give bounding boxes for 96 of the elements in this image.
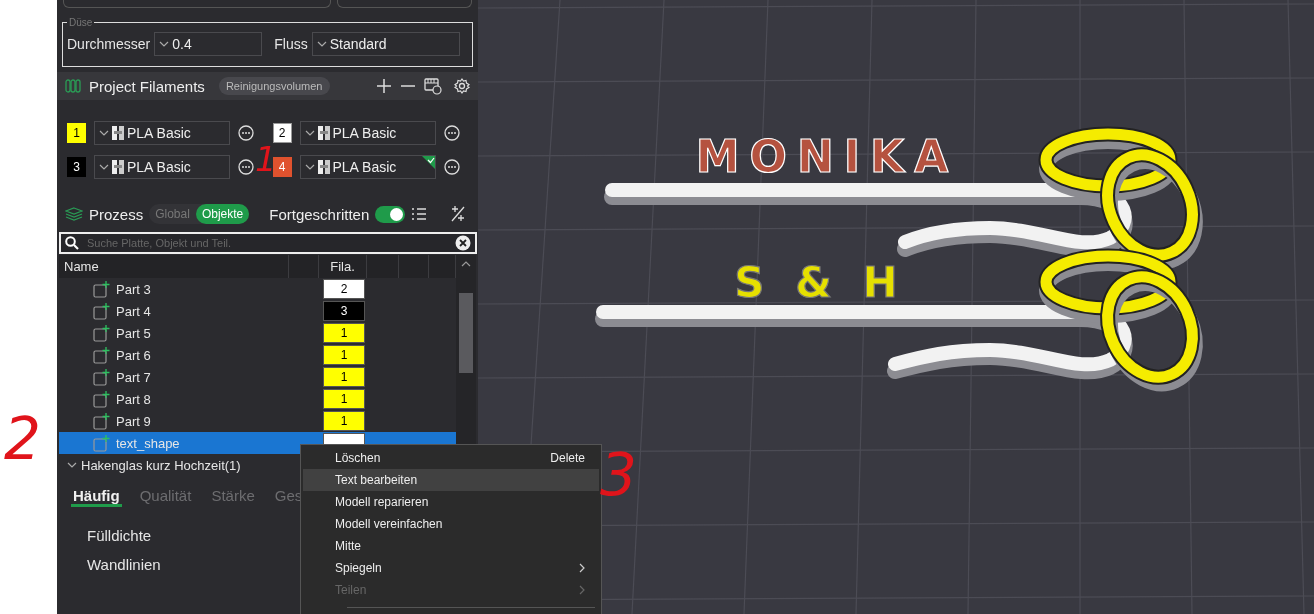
clear-icon[interactable]	[455, 235, 471, 251]
part-icon	[93, 412, 111, 430]
menu-item[interactable]: Modell reparieren	[303, 491, 599, 513]
filament-icon	[317, 160, 330, 174]
chevron-down-icon	[316, 40, 327, 48]
settings-icon[interactable]	[454, 78, 470, 94]
filament-dropdown[interactable]: PLA Basic	[299, 121, 436, 145]
scroll-up-icon[interactable]	[461, 261, 471, 267]
part-name[interactable]: Part 4	[116, 303, 151, 319]
section-title: Project Filaments	[89, 77, 205, 95]
part-name[interactable]: Part 8	[116, 391, 151, 407]
printer-sync-icon[interactable]	[424, 77, 442, 95]
list-row[interactable]: Part 9 1	[59, 410, 456, 432]
column-header[interactable]: Name	[59, 255, 289, 278]
chevron-down-icon	[99, 163, 109, 171]
part-icon	[93, 346, 111, 364]
scrollbar-thumb[interactable]	[459, 293, 473, 373]
chevron-down-icon	[304, 129, 315, 137]
filament-dropdown[interactable]: PLA Basic	[94, 121, 230, 145]
part-icon	[93, 368, 111, 386]
diameter-dropdown[interactable]: 0.4	[154, 32, 263, 56]
part-name[interactable]: text_shape	[116, 435, 180, 451]
annotation-number: 2	[4, 410, 41, 468]
filament-spools-icon	[65, 78, 81, 94]
filament-cell[interactable]: 1	[323, 345, 365, 365]
chevron-down-icon[interactable]	[67, 461, 77, 469]
dropdown-field[interactable]	[63, 0, 331, 8]
more-options-icon[interactable]	[238, 125, 254, 141]
advanced-toggle[interactable]	[375, 205, 406, 223]
filament-dropdown[interactable]: PLA Basic	[94, 155, 230, 179]
filament-number: 3	[67, 157, 86, 177]
search-bar[interactable]: Suche Platte, Objekt und Teil.	[59, 232, 477, 254]
filament-number: 1	[67, 123, 86, 143]
filament-cell[interactable]: 1	[323, 323, 365, 343]
filament-icon	[317, 126, 330, 140]
section-title: Prozess	[89, 205, 144, 223]
list-row[interactable]: Part 3 2	[59, 278, 456, 300]
filament-icon	[112, 126, 124, 140]
more-options-icon[interactable]	[443, 125, 460, 141]
add-icon[interactable]	[376, 78, 392, 94]
field-label: Durchmesser	[67, 36, 151, 52]
list-icon[interactable]	[411, 207, 428, 221]
list-row[interactable]: Part 8 1	[59, 388, 456, 410]
object-name[interactable]: Hakenglas kurz Hochzeit(1)	[81, 457, 241, 473]
part-icon	[93, 324, 111, 342]
list-row[interactable]: Part 5 1	[59, 322, 456, 344]
filament-cell[interactable]: 1	[323, 367, 365, 387]
filament-cell[interactable]: 3	[323, 301, 365, 321]
filament-cell[interactable]: 2	[323, 279, 365, 299]
setting-label: Fülldichte	[87, 527, 152, 544]
part-icon	[93, 280, 111, 298]
list-row[interactable]: Part 6 1	[59, 344, 456, 366]
filament-number: 2	[272, 123, 292, 143]
list-row[interactable]: Part 7 1	[59, 366, 456, 388]
column-header[interactable]: Fila.	[319, 255, 367, 278]
dropdown-field[interactable]	[337, 0, 472, 8]
settings-tab[interactable]: Häufig	[71, 487, 122, 507]
scrollbar[interactable]	[456, 255, 476, 446]
part-icon	[93, 434, 111, 452]
filament-cell[interactable]: 1	[323, 389, 365, 409]
part-name[interactable]: Part 3	[116, 281, 151, 297]
purge-volume-button[interactable]: Reinigungsvolumen	[218, 77, 330, 95]
flow-dropdown[interactable]: Standard	[311, 32, 460, 56]
filament-icon	[112, 160, 124, 174]
part-name[interactable]: Part 6	[116, 347, 151, 363]
filament-number: 4	[272, 157, 292, 177]
filament-cell[interactable]: 1	[323, 411, 365, 431]
search-icon[interactable]	[65, 236, 79, 250]
chevron-down-icon	[99, 129, 109, 137]
field-label: Fluss	[274, 36, 308, 52]
search-input[interactable]: Suche Platte, Objekt und Teil.	[85, 236, 449, 250]
part-name[interactable]: Part 9	[116, 413, 151, 429]
chevron-down-icon	[304, 163, 315, 171]
scene-label: MONIKA	[695, 131, 959, 182]
menu-item[interactable]: Modell vereinfachen	[303, 513, 599, 535]
menu-item[interactable]: Mitte	[303, 535, 599, 557]
compare-icon[interactable]	[450, 206, 466, 222]
toggle-label: Fortgeschritten	[269, 205, 370, 223]
more-options-icon[interactable]	[443, 159, 460, 175]
group-legend: Düse	[69, 17, 93, 28]
part-icon	[93, 302, 111, 320]
part-name[interactable]: Part 7	[116, 369, 151, 385]
setting-label: Wandlinien	[87, 556, 161, 573]
annotation-number: 3	[600, 446, 637, 504]
layers-icon	[65, 206, 83, 222]
filament-dropdown[interactable]: PLA Basic	[299, 155, 436, 179]
chevron-down-icon	[159, 40, 170, 48]
menu-item[interactable]: Text bearbeiten	[303, 469, 599, 491]
list-row[interactable]: Part 4 3	[59, 300, 456, 322]
part-name[interactable]: Part 5	[116, 325, 151, 341]
more-options-icon[interactable]	[238, 159, 254, 175]
scene-label: S & H	[734, 258, 906, 307]
menu-item[interactable]: Spiegeln	[303, 557, 599, 579]
scope-tab[interactable]: Objekte	[195, 204, 250, 224]
shortcut-label: Delete	[550, 451, 585, 465]
part-icon	[93, 390, 111, 408]
